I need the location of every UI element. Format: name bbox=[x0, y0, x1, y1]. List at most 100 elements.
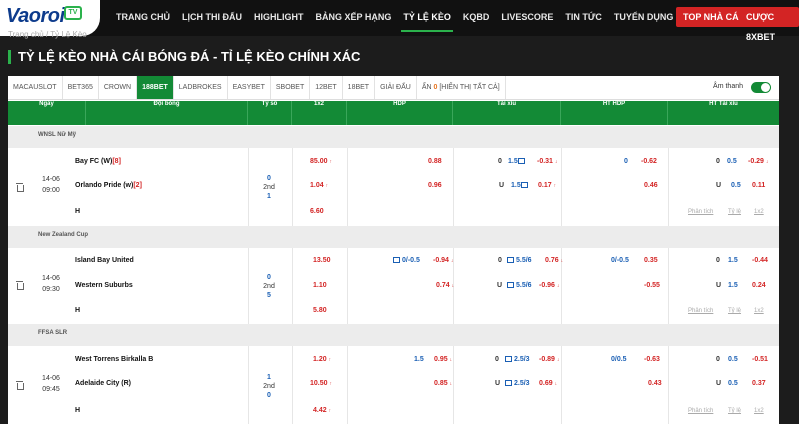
hdp-away-odds[interactable]: 0.96 bbox=[428, 182, 442, 189]
home-team[interactable]: West Torrens Birkalla B bbox=[75, 356, 153, 363]
ou-line-under[interactable]: 2.5/3 bbox=[505, 380, 530, 387]
nav-livescore[interactable]: LIVESCORE bbox=[495, 0, 559, 36]
tab-188bet[interactable]: 188BET bbox=[137, 76, 174, 99]
match-date: 14-06 bbox=[42, 176, 60, 183]
ou-line[interactable]: 1.5 bbox=[508, 158, 527, 165]
hdp-line[interactable]: 1.5 bbox=[414, 356, 424, 363]
ht-ou-line-under[interactable]: 1.5 bbox=[728, 282, 738, 289]
odds-1x2-home[interactable]: 13.50 bbox=[313, 257, 331, 264]
odds-1x2-away[interactable]: 1.10 bbox=[313, 282, 327, 289]
ht-ou-under-odds[interactable]: 0.11 bbox=[752, 182, 765, 189]
odds-1x2-draw[interactable]: 6.60 bbox=[310, 208, 324, 215]
tab-easybet[interactable]: EASYBET bbox=[228, 76, 271, 99]
ht-hdp-line[interactable]: 0 bbox=[624, 158, 628, 165]
top-bookmaker-button[interactable]: TOP NHÀ CÁI bbox=[676, 7, 749, 27]
tab-crown[interactable]: CROWN bbox=[99, 76, 138, 99]
ht-hdp-home-odds[interactable]: 0.35 bbox=[644, 257, 658, 264]
nav-home[interactable]: TRANG CHỦ bbox=[110, 0, 176, 36]
away-team[interactable]: Western Suburbs bbox=[75, 282, 133, 289]
ht-ou-over-odds[interactable]: -0.51 bbox=[752, 356, 768, 363]
x12-link[interactable]: 1x2 bbox=[754, 308, 764, 314]
match-time: 09:00 bbox=[42, 187, 60, 194]
ht-hdp-home-odds[interactable]: -0.62 bbox=[641, 158, 657, 165]
sound-toggle[interactable] bbox=[751, 82, 771, 93]
trash-icon[interactable] bbox=[16, 183, 24, 192]
tab-12bet[interactable]: 12BET bbox=[310, 76, 343, 99]
hdp-home-odds[interactable]: -0.94 ↓ bbox=[433, 257, 453, 264]
ht-ou-under-odds[interactable]: 0.24 bbox=[752, 282, 766, 289]
away-team[interactable]: Orlando Pride (w)[2] bbox=[75, 182, 142, 189]
bet-8xbet-button[interactable]: CƯỢC 8XBET bbox=[739, 7, 799, 42]
home-team[interactable]: Bay FC (W)[8] bbox=[75, 158, 121, 165]
ht-ou-under-odds[interactable]: 0.37 bbox=[752, 380, 766, 387]
ou-line[interactable]: 2.5/3 bbox=[505, 356, 530, 363]
ht-ou-line[interactable]: 0.5 bbox=[728, 356, 738, 363]
odds-1x2-home[interactable]: 1.20 ↑ bbox=[313, 356, 331, 363]
ht-ou-line-under[interactable]: 0.5 bbox=[728, 380, 738, 387]
nav-odds[interactable]: TỶ LỆ KÈO bbox=[397, 0, 457, 36]
league-name: WNSL Nữ Mỹ bbox=[38, 132, 76, 138]
nav-news[interactable]: TIN TỨC bbox=[559, 0, 607, 36]
ou-under-odds[interactable]: 0.69 ↓ bbox=[539, 380, 557, 387]
ou-over-odds[interactable]: 0.76 ↓ bbox=[545, 257, 563, 264]
ht-ou-line[interactable]: 1.5 bbox=[728, 257, 738, 264]
hdp-home-odds[interactable]: 0.88 bbox=[428, 158, 442, 165]
ht-hdp-line[interactable]: 0/0.5 bbox=[611, 356, 627, 363]
main-nav: TRANG CHỦ LỊCH THI ĐẤU HIGHLIGHT BẢNG XẾ… bbox=[110, 0, 679, 36]
nav-kqbd[interactable]: KQBD bbox=[457, 0, 496, 36]
ht-hdp-away-odds[interactable]: 0.43 bbox=[648, 380, 662, 387]
odds-1x2-away[interactable]: 1.04 ↑ bbox=[310, 182, 328, 189]
ou-line-under[interactable]: 5.5/6 bbox=[507, 282, 532, 289]
odds-link[interactable]: Tỷ lệ bbox=[728, 209, 741, 215]
trash-icon[interactable] bbox=[16, 381, 24, 390]
hdp-away-odds[interactable]: 0.85 ↓ bbox=[434, 380, 452, 387]
tab-bet365[interactable]: BET365 bbox=[63, 76, 99, 99]
x12-link[interactable]: 1x2 bbox=[754, 408, 764, 414]
ht-ou-over-odds[interactable]: -0.29 ↓ bbox=[748, 158, 768, 165]
odds-link[interactable]: Tỷ lệ bbox=[728, 308, 741, 314]
ht-hdp-away-odds[interactable]: 0.46 bbox=[644, 182, 658, 189]
breadcrumb[interactable]: Trang chủ / Tỷ Lệ Kèo bbox=[8, 30, 87, 39]
show-all-link[interactable]: [HIỂN THỊ TẤT CẢ] bbox=[439, 84, 499, 91]
nav-standings[interactable]: BẢNG XẾP HẠNG bbox=[310, 0, 398, 36]
analysis-link[interactable]: Phân tích bbox=[688, 209, 713, 215]
nav-jobs[interactable]: TUYỂN DỤNG bbox=[608, 0, 680, 36]
ou-line-under[interactable]: 1.5 bbox=[511, 182, 530, 189]
ht-ou-over-label: 0 bbox=[716, 158, 720, 165]
tab-leagues[interactable]: GIẢI ĐẤU bbox=[375, 76, 417, 99]
ht-ou-under-label: U bbox=[716, 282, 722, 289]
ht-hdp-line[interactable]: 0/-0.5 bbox=[611, 257, 629, 264]
ht-ou-over-odds[interactable]: -0.44 bbox=[752, 257, 768, 264]
tab-sbobet[interactable]: SBOBET bbox=[271, 76, 311, 99]
trash-icon[interactable] bbox=[16, 281, 24, 290]
odds-1x2-draw[interactable]: 4.42 ↑ bbox=[313, 407, 331, 414]
ht-ou-line[interactable]: 0.5 bbox=[727, 158, 737, 165]
hdp-line[interactable]: 0/-0.5 bbox=[393, 257, 420, 264]
ou-over-odds[interactable]: -0.89 ↓ bbox=[539, 356, 559, 363]
ou-line[interactable]: 5.5/6 bbox=[507, 257, 532, 264]
x12-link[interactable]: 1x2 bbox=[754, 209, 764, 215]
tab-ladbrokes[interactable]: LADBROKES bbox=[174, 76, 228, 99]
tab-macauslot[interactable]: MACAUSLOT bbox=[8, 76, 63, 99]
odds-1x2-draw[interactable]: 5.80 bbox=[313, 307, 327, 314]
ht-hdp-away-odds[interactable]: -0.55 bbox=[644, 282, 660, 289]
analysis-link[interactable]: Phân tích bbox=[688, 308, 713, 314]
header-date: Ngày bbox=[8, 101, 86, 125]
ht-hdp-home-odds[interactable]: -0.63 bbox=[644, 356, 660, 363]
analysis-link[interactable]: Phân tích bbox=[688, 408, 713, 414]
away-team[interactable]: Adelaide City (R) bbox=[75, 380, 131, 387]
nav-schedule[interactable]: LỊCH THI ĐẤU bbox=[176, 0, 248, 36]
hdp-away-odds[interactable]: 0.74 ↓ bbox=[436, 282, 454, 289]
odds-link[interactable]: Tỷ lệ bbox=[728, 408, 741, 414]
tab-hidden[interactable]: ẨN 0 [HIỂN THỊ TẤT CẢ] bbox=[417, 76, 506, 99]
odds-1x2-home[interactable]: 85.00 ↑ bbox=[310, 158, 332, 165]
ou-under-odds[interactable]: 0.17 ↑ bbox=[538, 182, 556, 189]
odds-1x2-away[interactable]: 10.50 ↑ bbox=[310, 380, 332, 387]
nav-highlight[interactable]: HIGHLIGHT bbox=[248, 0, 310, 36]
tab-18bet[interactable]: 18BET bbox=[343, 76, 376, 99]
ou-under-odds[interactable]: -0.96 ↓ bbox=[539, 282, 559, 289]
home-team[interactable]: Island Bay United bbox=[75, 257, 134, 264]
ou-over-odds[interactable]: -0.31 ↓ bbox=[537, 158, 557, 165]
hdp-home-odds[interactable]: 0.95 ↓ bbox=[434, 356, 452, 363]
ht-ou-line-under[interactable]: 0.5 bbox=[731, 182, 741, 189]
